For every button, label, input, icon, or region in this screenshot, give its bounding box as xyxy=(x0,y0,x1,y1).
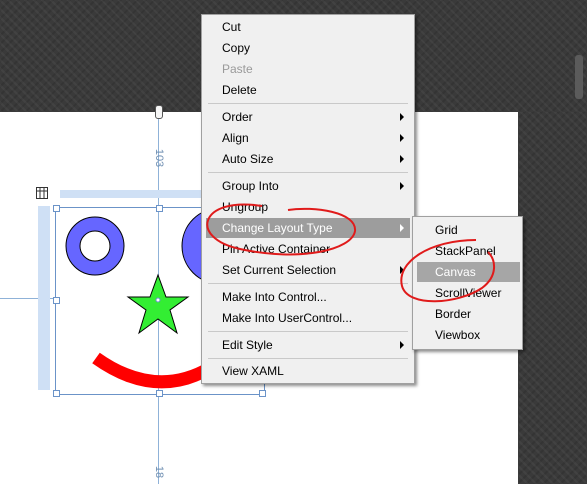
context-menu: Cut Copy Paste Delete Order Align Auto S… xyxy=(201,14,415,384)
menu-item-group-into[interactable]: Group Into xyxy=(206,176,410,196)
menu-item-set-current-selection[interactable]: Set Current Selection xyxy=(206,260,410,280)
submenu-item-scrollviewer[interactable]: ScrollViewer xyxy=(417,283,520,303)
resize-handle-left[interactable] xyxy=(53,297,60,304)
submenu-item-grid[interactable]: Grid xyxy=(417,220,520,240)
menu-separator xyxy=(208,103,408,104)
menu-separator xyxy=(208,331,408,332)
menu-item-auto-size[interactable]: Auto Size xyxy=(206,149,410,169)
submenu-arrow-icon xyxy=(400,266,404,274)
submenu-arrow-icon xyxy=(400,155,404,163)
menu-separator xyxy=(208,172,408,173)
submenu-arrow-icon xyxy=(400,113,404,121)
submenu-item-canvas[interactable]: Canvas xyxy=(417,262,520,282)
submenu-arrow-icon xyxy=(400,182,404,190)
menu-item-pin-active-container[interactable]: Pin Active Container xyxy=(206,239,410,259)
resize-handle-bottom-left[interactable] xyxy=(53,390,60,397)
menu-separator xyxy=(208,283,408,284)
menu-item-align[interactable]: Align xyxy=(206,128,410,148)
submenu-arrow-icon xyxy=(400,341,404,349)
resize-handle-top-left[interactable] xyxy=(53,205,60,212)
change-layout-type-submenu: Grid StackPanel Canvas ScrollViewer Bord… xyxy=(412,216,523,350)
menu-item-paste[interactable]: Paste xyxy=(206,59,410,79)
resize-handle-bottom[interactable] xyxy=(156,390,163,397)
menu-item-make-into-control[interactable]: Make Into Control... xyxy=(206,287,410,307)
menu-item-copy[interactable]: Copy xyxy=(206,38,410,58)
menu-item-delete[interactable]: Delete xyxy=(206,80,410,100)
menu-item-make-into-usercontrol[interactable]: Make Into UserControl... xyxy=(206,308,410,328)
menu-item-view-xaml[interactable]: View XAML xyxy=(206,361,410,381)
submenu-item-border[interactable]: Border xyxy=(417,304,520,324)
submenu-arrow-icon xyxy=(400,134,404,142)
menu-item-ungroup[interactable]: Ungroup xyxy=(206,197,410,217)
resize-handle-top[interactable] xyxy=(156,205,163,212)
menu-separator xyxy=(208,358,408,359)
blend-design-surface: 103 18 Cut Copy Paste Delete Order Align… xyxy=(0,0,587,484)
submenu-arrow-icon xyxy=(400,224,404,232)
menu-item-edit-style[interactable]: Edit Style xyxy=(206,335,410,355)
submenu-item-viewbox[interactable]: Viewbox xyxy=(417,325,520,345)
menu-item-change-layout-type[interactable]: Change Layout Type xyxy=(206,218,410,238)
submenu-item-stackpanel[interactable]: StackPanel xyxy=(417,241,520,261)
menu-item-order[interactable]: Order xyxy=(206,107,410,127)
resize-handle-bottom-right[interactable] xyxy=(259,390,266,397)
menu-item-cut[interactable]: Cut xyxy=(206,17,410,37)
